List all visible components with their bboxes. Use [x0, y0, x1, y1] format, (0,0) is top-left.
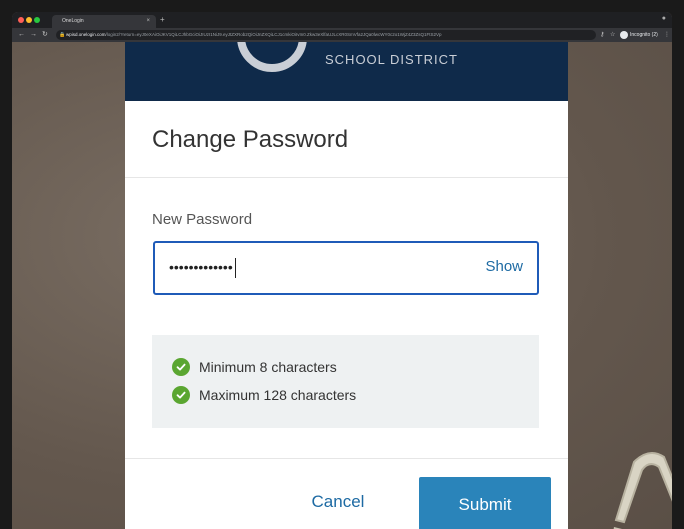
district-name: SCHOOL DISTRICT [325, 52, 458, 67]
kebab-menu-icon[interactable]: ⋮ [664, 30, 670, 40]
incognito-label: Incognito (2) [630, 32, 658, 38]
change-password-dialog: SCHOOL DISTRICT Change Password New Pass… [125, 42, 568, 529]
lock-icon: 🔒 [59, 32, 66, 38]
browser-window: OneLogin × + ● ← → ↻ 🔒 wpisd.onelogin.co… [12, 12, 672, 529]
forward-icon[interactable]: → [30, 30, 37, 40]
url-path: /login2/?return=eyJ0eXAiOiJKV1QiLCJhbGci… [105, 32, 442, 37]
check-circle-icon [172, 358, 190, 376]
tab-search-icon[interactable]: ● [662, 15, 666, 22]
minimize-window-button[interactable] [26, 17, 32, 23]
tab-close-icon[interactable]: × [146, 15, 150, 28]
requirement-text: Minimum 8 characters [199, 359, 337, 375]
password-requirements: Minimum 8 characters Maximum 128 charact… [152, 335, 539, 428]
district-logo [237, 42, 307, 72]
key-icon[interactable]: ⚷ [600, 30, 604, 40]
password-value: ••••••••••••• [169, 257, 236, 279]
requirement-item: Minimum 8 characters [172, 357, 337, 377]
star-icon[interactable]: ☆ [610, 30, 615, 40]
dialog-title: Change Password [152, 126, 349, 153]
divider [125, 458, 568, 459]
tab-title: OneLogin [62, 18, 84, 24]
incognito-icon [620, 31, 628, 39]
cancel-button[interactable]: Cancel [283, 482, 393, 522]
tab-bar: OneLogin × + ● [12, 12, 672, 28]
maximize-window-button[interactable] [34, 17, 40, 23]
text-caret [234, 258, 236, 279]
reload-icon[interactable]: ↻ [42, 30, 48, 40]
requirement-text: Maximum 128 characters [199, 387, 357, 403]
url-host: wpisd.onelogin.com [66, 32, 106, 37]
masked-password-text: ••••••••••••• [169, 259, 233, 275]
new-password-label: New Password [152, 211, 253, 228]
submit-button[interactable]: Submit [419, 477, 551, 529]
district-banner: SCHOOL DISTRICT [125, 42, 568, 101]
show-password-button[interactable]: Show [485, 258, 523, 275]
incognito-indicator[interactable]: Incognito (2) [620, 30, 658, 40]
divider [125, 177, 568, 178]
requirement-item: Maximum 128 characters [172, 385, 356, 405]
browser-toolbar: ← → ↻ 🔒 wpisd.onelogin.com/login2/?retur… [12, 28, 672, 42]
background-decor [613, 452, 672, 529]
new-password-input[interactable]: ••••••••••••• Show [153, 241, 539, 295]
address-bar[interactable]: 🔒 wpisd.onelogin.com/login2/?return=eyJ0… [56, 30, 596, 40]
close-window-button[interactable] [18, 17, 24, 23]
new-tab-icon[interactable]: + [160, 15, 165, 25]
back-icon[interactable]: ← [18, 30, 25, 40]
check-circle-icon [172, 386, 190, 404]
browser-tab[interactable]: OneLogin × [52, 15, 156, 28]
